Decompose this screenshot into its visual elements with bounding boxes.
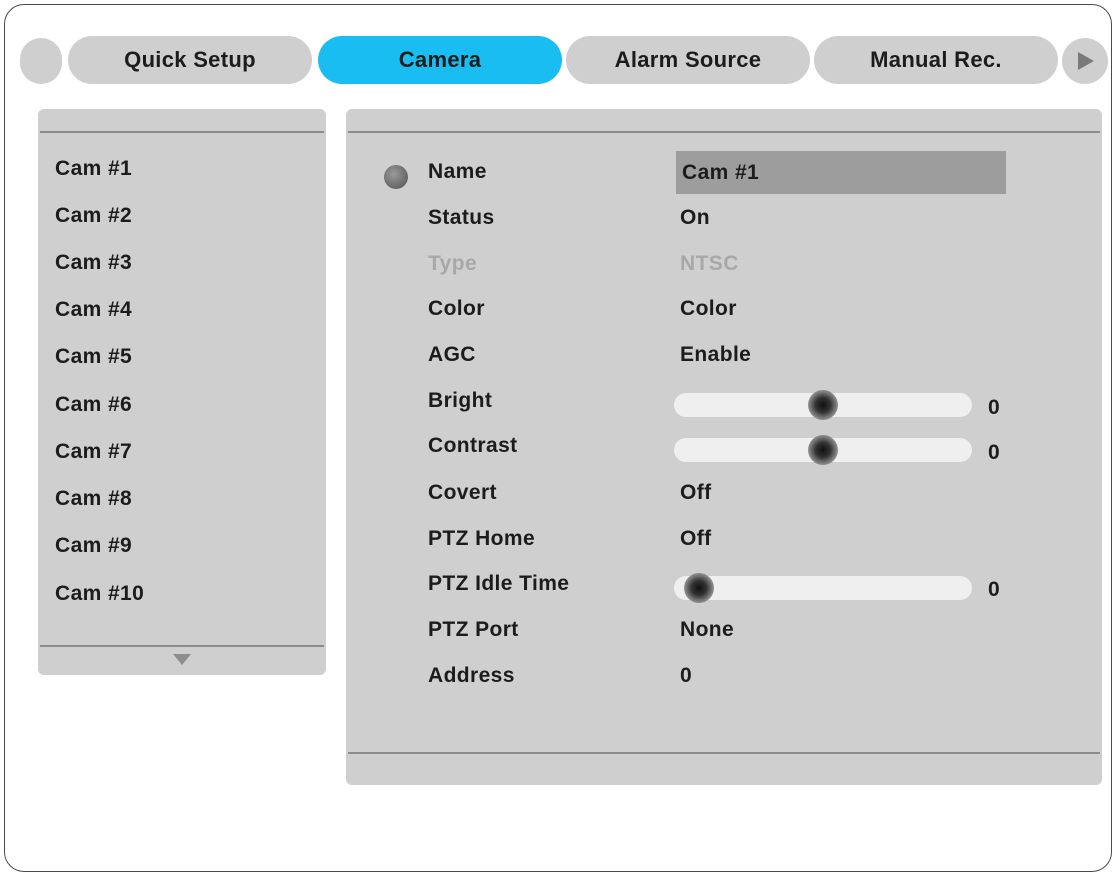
slider-knob[interactable]: [808, 435, 838, 465]
next-tab-button[interactable]: [1062, 38, 1108, 84]
ptz-home-label: PTZ Home: [428, 527, 536, 550]
ptz-port-label: PTZ Port: [428, 618, 519, 641]
camera-list-item[interactable]: Cam #5: [55, 345, 132, 369]
camera-list-item[interactable]: Cam #3: [55, 251, 132, 275]
tab-manual-rec[interactable]: Manual Rec.: [814, 36, 1058, 84]
color-value[interactable]: Color: [680, 297, 737, 321]
tab-camera[interactable]: Camera: [318, 36, 562, 84]
agc-value[interactable]: Enable: [680, 343, 751, 367]
divider: [348, 752, 1100, 754]
contrast-slider[interactable]: [674, 435, 972, 465]
play-right-icon: [1078, 52, 1094, 70]
camera-list-item[interactable]: Cam #2: [55, 204, 132, 228]
bright-label: Bright: [428, 389, 493, 412]
camera-list-panel: Cam #1 Cam #2 Cam #3 Cam #4 Cam #5 Cam #…: [38, 109, 326, 675]
contrast-label: Contrast: [428, 434, 518, 457]
scroll-down-arrow-icon[interactable]: [173, 654, 191, 665]
name-field[interactable]: Cam #1: [676, 151, 1006, 194]
address-value[interactable]: 0: [680, 664, 692, 688]
type-value: NTSC: [680, 252, 739, 275]
camera-list-item[interactable]: Cam #1: [55, 157, 132, 181]
agc-label: AGC: [428, 343, 476, 366]
ptz-home-value[interactable]: Off: [680, 527, 712, 551]
bright-value: 0: [988, 396, 1000, 419]
camera-list-item[interactable]: Cam #10: [55, 582, 144, 606]
camera-list-item[interactable]: Cam #7: [55, 440, 132, 464]
tab-prev-nub[interactable]: [20, 38, 62, 84]
color-label: Color: [428, 297, 485, 320]
type-label: Type: [428, 252, 478, 275]
address-label: Address: [428, 664, 515, 687]
camera-list-item[interactable]: Cam #8: [55, 487, 132, 511]
contrast-value: 0: [988, 441, 1000, 464]
ptz-idle-time-slider[interactable]: [674, 573, 972, 603]
tab-alarm-source[interactable]: Alarm Source: [566, 36, 810, 84]
camera-list-item[interactable]: Cam #6: [55, 393, 132, 417]
divider: [40, 645, 324, 647]
ptz-port-value[interactable]: None: [680, 618, 734, 642]
slider-knob[interactable]: [684, 573, 714, 603]
camera-list-item[interactable]: Cam #4: [55, 298, 132, 322]
bright-slider[interactable]: [674, 390, 972, 420]
camera-list-item[interactable]: Cam #9: [55, 534, 132, 558]
ptz-idle-time-label: PTZ Idle Time: [428, 572, 570, 595]
covert-value[interactable]: Off: [680, 481, 712, 505]
slider-knob[interactable]: [808, 390, 838, 420]
tab-quick-setup[interactable]: Quick Setup: [68, 36, 312, 84]
name-label: Name: [428, 160, 487, 183]
status-label: Status: [428, 206, 495, 229]
ptz-idle-time-value: 0: [988, 578, 1000, 601]
status-value[interactable]: On: [680, 206, 710, 230]
covert-label: Covert: [428, 481, 497, 504]
divider: [40, 131, 324, 133]
divider: [348, 131, 1100, 133]
selection-indicator-icon: [384, 165, 408, 189]
